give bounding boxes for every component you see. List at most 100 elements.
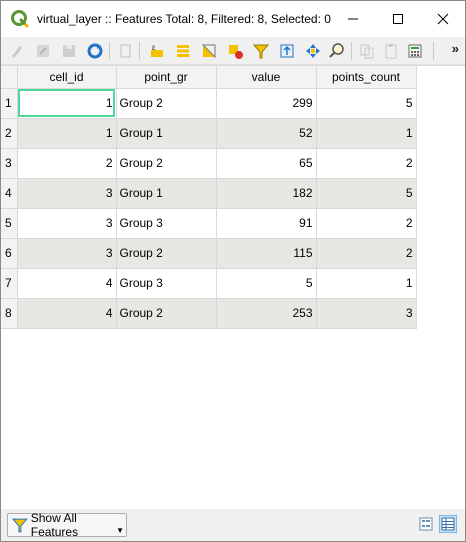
invert-selection-button[interactable] xyxy=(199,41,219,61)
toggle-multi-edit-button[interactable] xyxy=(33,41,53,61)
filter-icon xyxy=(12,518,28,533)
calculator-icon xyxy=(408,44,422,58)
cell-cell-id[interactable]: 4 xyxy=(17,268,117,299)
reload-button[interactable] xyxy=(85,41,105,61)
row-header[interactable]: 6 xyxy=(1,238,18,269)
row-header[interactable]: 7 xyxy=(1,268,18,299)
copy-button[interactable] xyxy=(357,41,377,61)
row-header[interactable]: 5 xyxy=(1,208,18,239)
maximize-icon xyxy=(392,14,403,24)
zoom-icon xyxy=(329,43,344,58)
cell-point-gr[interactable]: Group 3 xyxy=(116,208,217,239)
pencil-icon xyxy=(12,46,22,58)
cell-points-count[interactable]: 5 xyxy=(316,178,417,209)
save-edits-button[interactable] xyxy=(59,41,79,61)
form-view-button[interactable] xyxy=(417,515,435,533)
cell-points-count[interactable]: 2 xyxy=(316,148,417,179)
toggle-editing-button[interactable] xyxy=(7,41,27,61)
table-row[interactable]: 1 1 Group 2 299 5 xyxy=(1,88,417,119)
table-row[interactable]: 8 4 Group 2 253 3 xyxy=(1,298,417,329)
table-view-icon xyxy=(441,517,455,531)
cell-point-gr[interactable]: Group 2 xyxy=(116,298,217,329)
table-row[interactable]: 7 4 Group 351 xyxy=(1,268,417,299)
window-title: virtual_layer :: Features Total: 8, Filt… xyxy=(37,12,331,26)
select-by-expression-button[interactable]: ε xyxy=(147,41,167,61)
cell-value[interactable]: 65 xyxy=(216,148,317,179)
paste-icon xyxy=(385,44,397,59)
cell-points-count[interactable]: 1 xyxy=(316,118,417,149)
column-header-cell-id[interactable]: cell_id xyxy=(17,66,117,89)
cell-value[interactable]: 52 xyxy=(216,118,317,149)
cell-cell-id[interactable]: 3 xyxy=(17,178,117,209)
cell-cell-id[interactable]: 3 xyxy=(17,208,117,239)
expression-select-icon: ε xyxy=(151,43,163,57)
cell-points-count[interactable]: 1 xyxy=(316,268,417,299)
cell-points-count[interactable]: 5 xyxy=(316,88,417,119)
minimize-button[interactable] xyxy=(330,1,375,37)
save-icon xyxy=(63,45,75,57)
column-header-value[interactable]: value xyxy=(216,66,317,89)
cell-point-gr[interactable]: Group 3 xyxy=(116,268,217,299)
corner-header[interactable] xyxy=(1,66,18,89)
minimize-icon xyxy=(347,18,358,20)
form-view-icon xyxy=(419,517,433,531)
close-button[interactable] xyxy=(420,1,465,37)
cell-points-count[interactable]: 2 xyxy=(316,238,417,269)
row-header[interactable]: 1 xyxy=(1,88,18,119)
toolbar-overflow-button[interactable]: » xyxy=(452,41,459,56)
cell-cell-id[interactable]: 1 xyxy=(17,118,117,149)
title-bar[interactable]: virtual_layer :: Features Total: 8, Filt… xyxy=(1,1,465,37)
cell-cell-id[interactable]: 1 xyxy=(17,88,117,119)
cell-points-count[interactable]: 3 xyxy=(316,298,417,329)
multi-edit-icon xyxy=(37,45,49,57)
row-header[interactable]: 2 xyxy=(1,118,18,149)
attribute-table-window: virtual_layer :: Features Total: 8, Filt… xyxy=(0,0,466,542)
close-icon xyxy=(437,13,448,25)
select-all-icon xyxy=(177,45,189,57)
table-view-button[interactable] xyxy=(439,515,457,533)
add-feature-icon xyxy=(120,44,131,58)
cell-value[interactable]: 5 xyxy=(216,268,317,299)
cell-value[interactable]: 299 xyxy=(216,88,317,119)
move-to-top-icon xyxy=(280,44,294,58)
pan-icon xyxy=(306,44,320,58)
zoom-to-selected-button[interactable] xyxy=(327,41,347,61)
deselect-all-button[interactable] xyxy=(225,41,245,61)
table-row[interactable]: 4 3 Group 1 182 5 xyxy=(1,178,417,209)
cell-point-gr[interactable]: Group 2 xyxy=(116,148,217,179)
cell-value[interactable]: 253 xyxy=(216,298,317,329)
qgis-logo-icon xyxy=(11,10,29,28)
field-calculator-button[interactable] xyxy=(405,41,425,61)
column-header-point-gr[interactable]: point_gr xyxy=(116,66,217,89)
toolbar: ε » xyxy=(1,37,465,65)
cell-value[interactable]: 91 xyxy=(216,208,317,239)
filter-select-button[interactable] xyxy=(251,41,271,61)
cell-point-gr[interactable]: Group 1 xyxy=(116,178,217,209)
row-header[interactable]: 8 xyxy=(1,298,18,329)
cell-cell-id[interactable]: 3 xyxy=(17,238,117,269)
cell-cell-id[interactable]: 4 xyxy=(17,298,117,329)
select-all-button[interactable] xyxy=(173,41,193,61)
show-all-features-label: Show All Features xyxy=(30,511,79,539)
pan-to-selected-button[interactable] xyxy=(303,41,323,61)
deselect-icon xyxy=(229,45,243,59)
table-row[interactable]: 2 1 Group 1 52 1 xyxy=(1,118,417,149)
cell-point-gr[interactable]: Group 1 xyxy=(116,118,217,149)
row-header[interactable]: 3 xyxy=(1,148,18,179)
move-selection-to-top-button[interactable] xyxy=(277,41,297,61)
cell-value[interactable]: 182 xyxy=(216,178,317,209)
maximize-button[interactable] xyxy=(375,1,420,37)
paste-button[interactable] xyxy=(381,41,401,61)
cell-point-gr[interactable]: Group 2 xyxy=(116,88,217,119)
table-row[interactable]: 3 2 Group 2 65 2 xyxy=(1,148,417,179)
cell-point-gr[interactable]: Group 2 xyxy=(116,238,217,269)
table-row[interactable]: 5 3 Group 3 91 2 xyxy=(1,208,417,239)
cell-cell-id[interactable]: 2 xyxy=(17,148,117,179)
table-row[interactable]: 6 3 Group 2 115 2 xyxy=(1,238,417,269)
row-header[interactable]: 4 xyxy=(1,178,18,209)
cell-value[interactable]: 115 xyxy=(216,238,317,269)
cell-points-count[interactable]: 2 xyxy=(316,208,417,239)
add-feature-button[interactable] xyxy=(115,41,135,61)
show-all-features-button[interactable]: Show All Features ▼ xyxy=(7,511,127,539)
column-header-points-count[interactable]: points_count xyxy=(316,66,417,89)
